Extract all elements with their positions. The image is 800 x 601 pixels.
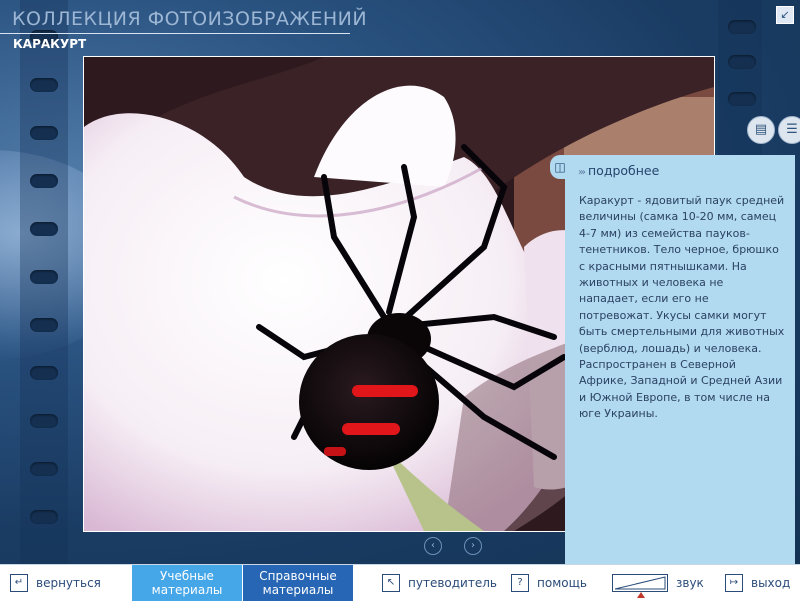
exit-icon: ↦ <box>725 574 743 592</box>
sound-label: звук <box>676 576 704 590</box>
title-divider <box>0 33 350 34</box>
back-button[interactable]: ↵ вернуться <box>10 565 101 601</box>
main-stage: КОЛЛЕКЦИЯ ФОТОИЗОБРАЖЕНИЙ КАРАКУРТ ↙ ‹ ›… <box>0 0 800 564</box>
details-toggle-button[interactable]: ◫ <box>550 155 570 179</box>
tab-study-materials-label: Учебные материалы <box>151 569 223 597</box>
help-button[interactable]: ? помощь <box>511 565 587 601</box>
next-photo-button[interactable]: › <box>464 537 482 555</box>
return-arrow-icon: ↵ <box>10 574 28 592</box>
tab-study-materials[interactable]: Учебные материалы <box>132 565 242 601</box>
details-heading: ››› подробнее <box>578 163 659 178</box>
document-button[interactable]: ☰ <box>778 116 800 144</box>
details-description: Каракурт - ядовитый паук средней величин… <box>579 194 785 421</box>
help-label: помощь <box>537 576 587 590</box>
previous-photo-button[interactable]: ‹ <box>424 537 442 555</box>
briefcase-icon: ▤ <box>754 122 768 137</box>
gallery-button[interactable]: ▤ <box>747 116 775 144</box>
left-filmstrip-decoration <box>20 0 68 564</box>
photo-title: КАРАКУРТ <box>13 37 87 51</box>
document-icon: ☰ <box>786 122 798 137</box>
exit-button[interactable]: ↦ выход <box>725 565 790 601</box>
details-heading-label: подробнее <box>588 163 660 178</box>
chevron-left-icon: ‹ <box>431 540 435 551</box>
volume-marker-icon <box>637 592 645 598</box>
exit-label: выход <box>751 576 791 590</box>
chevron-right-icon: › <box>471 540 475 551</box>
tab-reference-materials-label: Справочные материалы <box>259 569 337 597</box>
arrow-down-left-icon: ↙ <box>780 8 790 21</box>
guide-button[interactable]: ↖ путеводитель <box>382 565 497 601</box>
volume-slider[interactable] <box>612 574 668 592</box>
bottom-toolbar: ↵ вернуться Учебные материалы Справочные… <box>0 564 800 601</box>
minimize-button[interactable]: ↙ <box>776 6 794 24</box>
page-title: КОЛЛЕКЦИЯ ФОТОИЗОБРАЖЕНИЙ <box>12 8 368 30</box>
sound-button[interactable]: звук <box>676 565 704 601</box>
triple-chevron-right-icon: ››› <box>578 167 586 178</box>
guide-label: путеводитель <box>408 576 497 590</box>
back-label: вернуться <box>36 576 101 590</box>
volume-ramp-icon <box>614 576 666 590</box>
cursor-icon: ↖ <box>382 574 400 592</box>
question-icon: ? <box>511 574 529 592</box>
clipboard-icon: ◫ <box>554 160 566 174</box>
tab-reference-materials[interactable]: Справочные материалы <box>243 565 353 601</box>
